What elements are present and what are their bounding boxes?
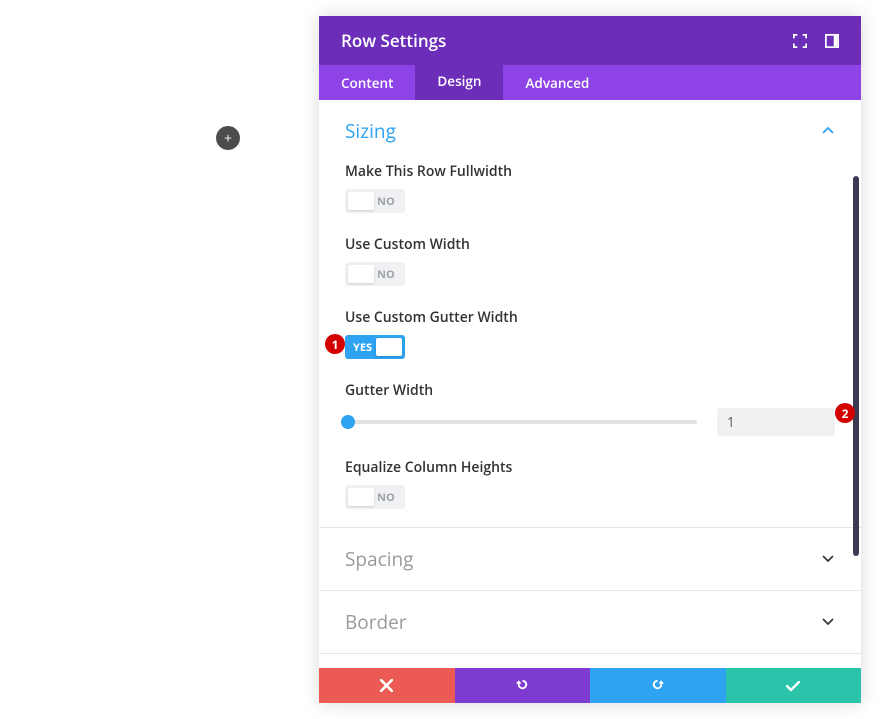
panel-title: Row Settings <box>341 29 446 52</box>
section-header-sizing[interactable]: Sizing <box>319 100 861 162</box>
option-fullwidth: Make This Row Fullwidth NO <box>345 162 835 213</box>
section-header-box-shadow[interactable]: Box Shadow <box>319 654 861 668</box>
section-spacing: Spacing <box>319 528 861 591</box>
option-custom-width: Use Custom Width NO <box>345 235 835 286</box>
section-title-spacing: Spacing <box>345 546 413 572</box>
section-box-shadow: Box Shadow <box>319 654 861 668</box>
tab-bar: Content Design Advanced <box>319 65 861 100</box>
gutter-width-value[interactable]: 1 <box>717 408 835 436</box>
scrollbar-thumb[interactable] <box>853 176 859 556</box>
callout-badge-2: 2 <box>835 403 855 423</box>
toggle-text: YES <box>353 340 372 355</box>
plus-icon: + <box>224 129 232 148</box>
tab-content[interactable]: Content <box>319 65 415 100</box>
check-icon <box>786 675 800 697</box>
scroll-area: Sizing Make This Row Fullwidth NO Use Cu… <box>319 100 861 668</box>
panel-header: Row Settings <box>319 16 861 65</box>
section-header-border[interactable]: Border <box>319 591 861 653</box>
gutter-width-slider[interactable] <box>345 420 697 424</box>
toggle-knob <box>348 192 374 210</box>
chevron-down-icon <box>821 554 835 564</box>
cancel-button[interactable] <box>319 668 455 703</box>
chevron-up-icon <box>821 126 835 136</box>
label-fullwidth: Make This Row Fullwidth <box>345 162 835 181</box>
section-title-sizing: Sizing <box>345 118 396 144</box>
option-custom-gutter: Use Custom Gutter Width 1 YES <box>345 308 835 359</box>
option-equalize: Equalize Column Heights NO <box>345 458 835 509</box>
panel-footer <box>319 668 861 703</box>
slider-thumb[interactable] <box>341 415 355 429</box>
toggle-text: NO <box>377 490 395 505</box>
tab-advanced[interactable]: Advanced <box>503 65 611 100</box>
toggle-knob <box>376 338 402 356</box>
section-title-border: Border <box>345 609 407 635</box>
label-equalize: Equalize Column Heights <box>345 458 835 477</box>
label-custom-gutter: Use Custom Gutter Width <box>345 308 835 327</box>
toggle-fullwidth[interactable]: NO <box>345 189 405 213</box>
save-button[interactable] <box>726 668 862 703</box>
label-gutter-width: Gutter Width <box>345 381 835 400</box>
dock-icon[interactable] <box>825 34 839 48</box>
header-icon-group <box>793 34 839 48</box>
toggle-custom-gutter[interactable]: YES <box>345 335 405 359</box>
chevron-down-icon <box>821 617 835 627</box>
toggle-text: NO <box>377 267 395 282</box>
expand-icon[interactable] <box>793 34 807 48</box>
close-icon <box>380 675 393 697</box>
toggle-text: NO <box>377 194 395 209</box>
label-custom-width: Use Custom Width <box>345 235 835 254</box>
undo-icon <box>515 675 530 697</box>
toggle-knob <box>348 265 374 283</box>
sizing-body: Make This Row Fullwidth NO Use Custom Wi… <box>319 162 861 527</box>
undo-button[interactable] <box>455 668 591 703</box>
row-settings-panel: Row Settings Content Design Advanced Siz… <box>319 16 861 703</box>
toggle-custom-width[interactable]: NO <box>345 262 405 286</box>
section-header-spacing[interactable]: Spacing <box>319 528 861 590</box>
section-border: Border <box>319 591 861 654</box>
redo-icon <box>650 675 665 697</box>
redo-button[interactable] <box>590 668 726 703</box>
callout-badge-1: 1 <box>325 334 345 354</box>
tab-design[interactable]: Design <box>415 65 503 100</box>
add-button[interactable]: + <box>216 126 240 150</box>
toggle-equalize[interactable]: NO <box>345 485 405 509</box>
toggle-knob <box>348 488 374 506</box>
section-sizing: Sizing Make This Row Fullwidth NO Use Cu… <box>319 100 861 528</box>
gutter-width-slider-row: 1 <box>345 408 835 436</box>
option-gutter-width: Gutter Width 1 2 <box>345 381 835 436</box>
